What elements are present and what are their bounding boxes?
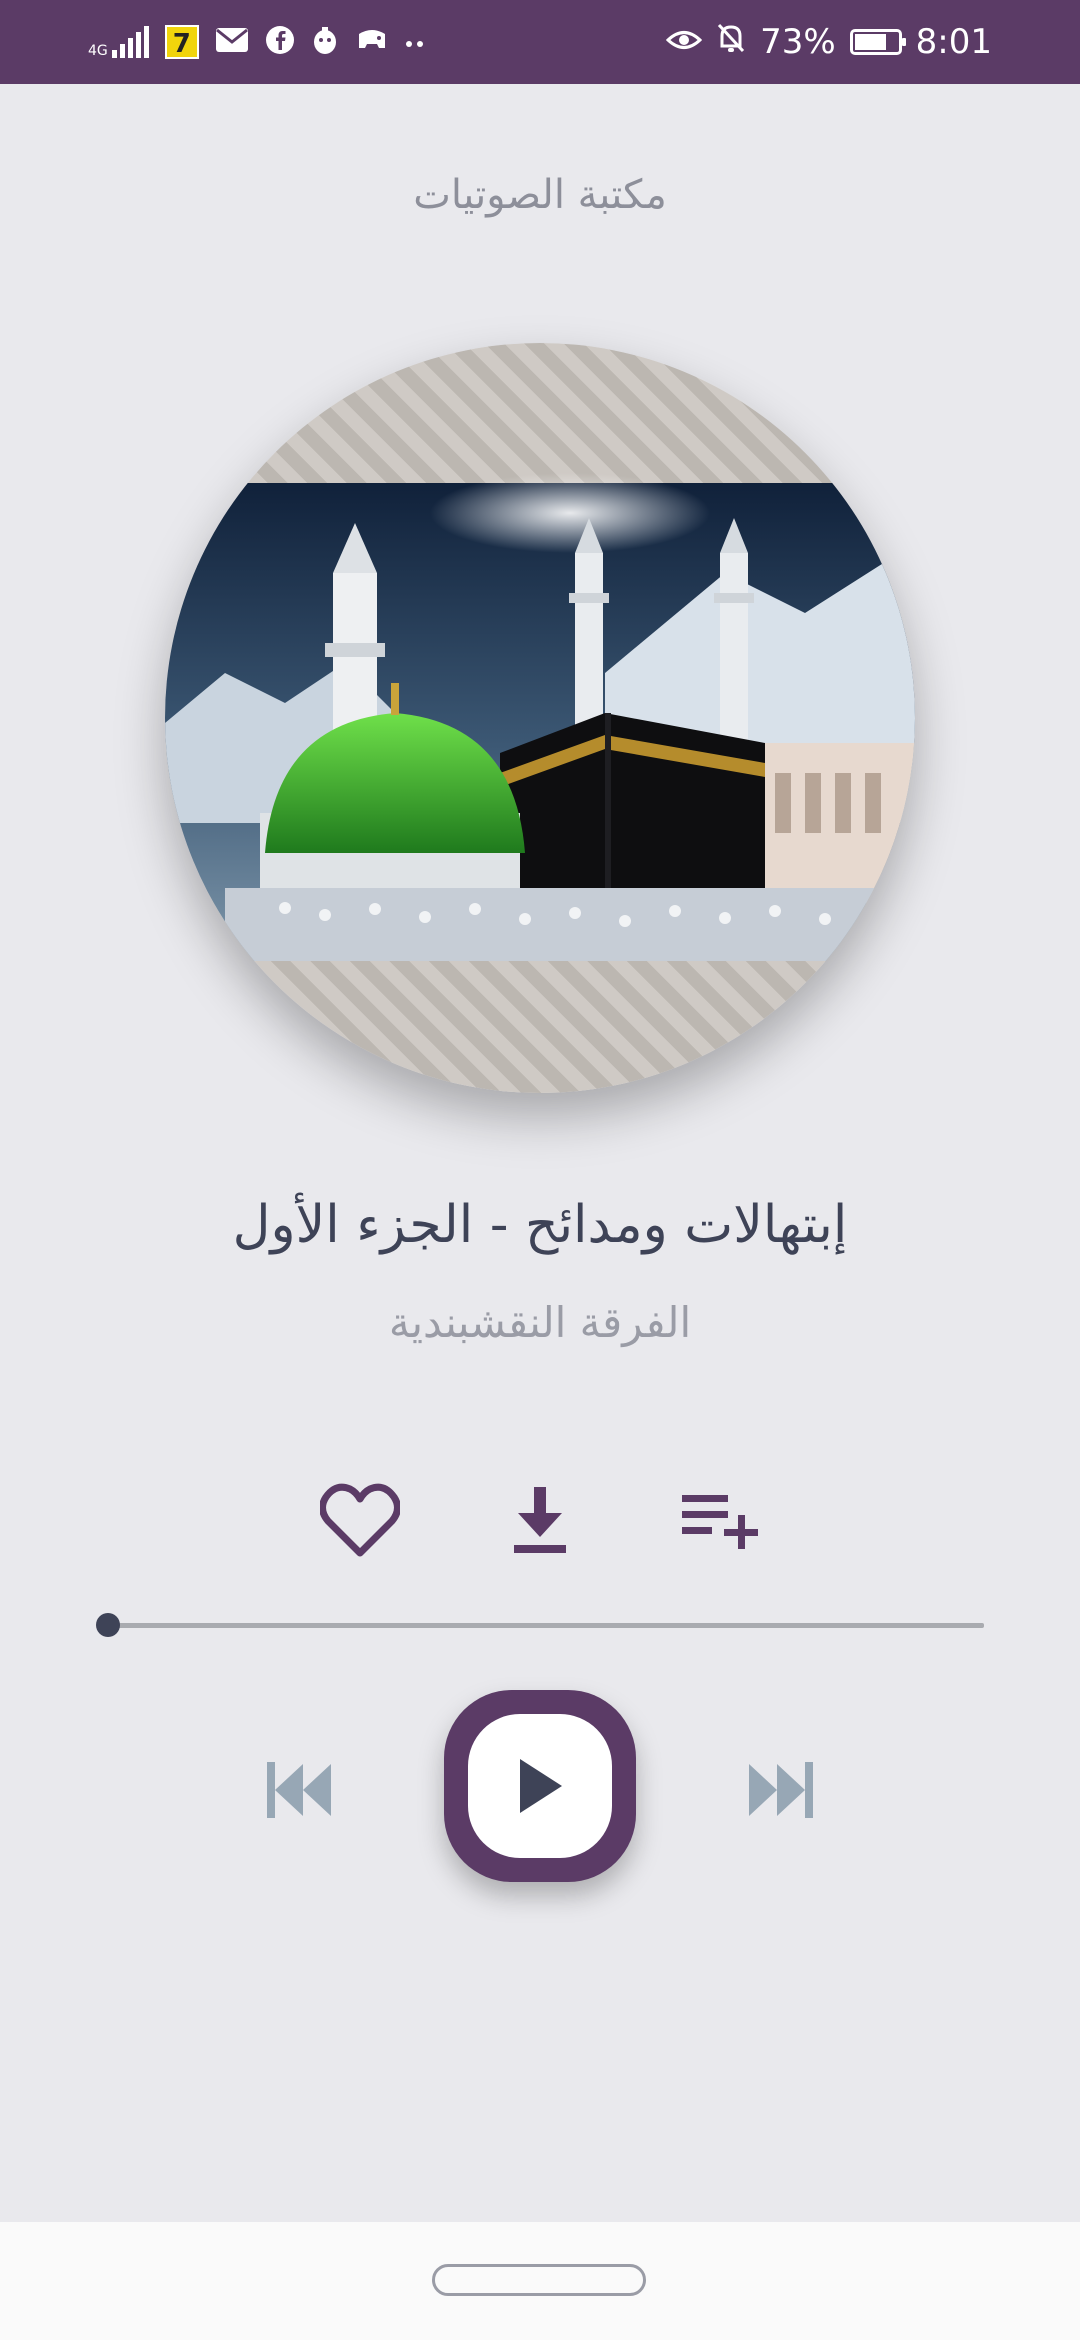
download-button[interactable] <box>495 1475 585 1565</box>
battery-percent: 73% <box>760 22 836 62</box>
game-icon <box>355 26 389 58</box>
mail-icon <box>215 27 249 57</box>
play-icon <box>520 1759 562 1813</box>
track-title: إبتهالات ومدائح - الجزء الأول <box>232 1195 848 1255</box>
seek-thumb[interactable] <box>96 1613 120 1637</box>
heart-icon <box>320 1483 400 1557</box>
playlist-add-icon <box>682 1495 758 1549</box>
add-to-playlist-button[interactable] <box>675 1475 765 1565</box>
seek-bar[interactable] <box>96 1610 984 1640</box>
app-icon <box>311 25 339 59</box>
skip-previous-icon <box>267 1762 331 1818</box>
status-bar-right: 73% 8:01 <box>665 18 992 66</box>
eye-icon <box>665 22 703 62</box>
track-actions <box>0 1475 1080 1565</box>
download-icon <box>514 1487 566 1553</box>
clock: 8:01 <box>915 22 992 62</box>
favorite-button[interactable] <box>315 1475 405 1565</box>
seek-track <box>107 1623 984 1628</box>
track-artist: الفرقة النقشبندية <box>388 1298 692 1347</box>
page-title: مكتبة الصوتيات <box>413 172 667 218</box>
play-button-inner <box>468 1714 612 1858</box>
home-gesture-pill[interactable] <box>432 2264 646 2296</box>
status-bar-left: 4G 7 <box>88 18 425 66</box>
play-button[interactable] <box>444 1690 636 1882</box>
system-navigation-bar <box>0 2222 1080 2340</box>
network-type-label: 4G <box>88 43 108 59</box>
next-button[interactable] <box>740 1750 820 1830</box>
facebook-icon <box>265 25 295 59</box>
album-art <box>165 343 915 1093</box>
more-icon <box>405 33 425 52</box>
notifications-off-icon <box>716 22 746 63</box>
signal-icon: 4G <box>88 26 149 58</box>
skip-next-icon <box>749 1762 813 1818</box>
status-bar: 4G 7 73% 8:01 <box>0 0 1080 84</box>
app-badge-icon: 7 <box>164 25 199 59</box>
battery-icon <box>849 29 906 55</box>
previous-button[interactable] <box>260 1750 340 1830</box>
